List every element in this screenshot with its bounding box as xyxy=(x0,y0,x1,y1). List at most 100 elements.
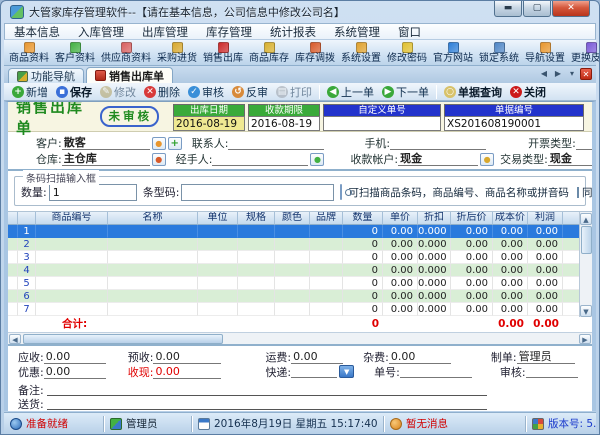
table-cell[interactable]: 0.00 xyxy=(493,251,528,264)
table-row[interactable]: 300.000.0000.000.000.00 xyxy=(8,251,592,264)
table-cell[interactable]: 0.000 xyxy=(418,251,451,264)
table-cell[interactable] xyxy=(36,225,108,238)
toolbar-button[interactable]: 修改密码 xyxy=(384,41,430,65)
vertical-scroll-thumb[interactable] xyxy=(581,226,592,254)
table-cell[interactable]: 0.000 xyxy=(418,277,451,290)
table-row[interactable]: 100.000.0000.000.000.00 xyxy=(8,225,592,238)
summary-field-value[interactable]: 管理员 xyxy=(517,350,575,364)
toolbar-button[interactable]: 商品库存 xyxy=(246,41,292,65)
menu-item[interactable]: 出库管理 xyxy=(133,24,197,39)
field-value[interactable] xyxy=(576,136,596,150)
maximize-icon[interactable]: ▢ xyxy=(523,1,551,17)
menu-item[interactable]: 系统管理 xyxy=(325,24,389,39)
table-cell[interactable]: 0 xyxy=(343,303,383,316)
table-cell[interactable] xyxy=(198,225,238,238)
remark-input[interactable] xyxy=(47,384,487,396)
row-number-cell[interactable]: 6 xyxy=(18,290,36,303)
tab-list-icon[interactable]: ▾ xyxy=(566,68,578,80)
table-cell[interactable]: 0.00 xyxy=(451,238,493,251)
row-number-cell[interactable]: 3 xyxy=(18,251,36,264)
summary-field-value[interactable]: 0.00 xyxy=(44,365,106,379)
column-header[interactable]: 单位 xyxy=(198,212,238,225)
table-cell[interactable]: 0.00 xyxy=(493,264,528,277)
table-cell[interactable] xyxy=(310,238,343,251)
table-cell[interactable] xyxy=(275,303,310,316)
table-cell[interactable] xyxy=(108,264,198,277)
express-dropdown-icon[interactable]: ▼ xyxy=(339,365,354,378)
table-cell[interactable]: 0.00 xyxy=(528,264,563,277)
table-cell[interactable] xyxy=(310,251,343,264)
table-cell[interactable] xyxy=(275,277,310,290)
tab-sales-order[interactable]: 销售出库单 xyxy=(86,67,173,83)
summary-field-value[interactable]: 0.00 xyxy=(153,365,221,379)
toolbar-button[interactable]: 采购进货 xyxy=(154,41,200,65)
minimize-icon[interactable]: ▬ xyxy=(494,1,522,17)
field-value[interactable]: 散客 xyxy=(62,136,150,150)
table-cell[interactable] xyxy=(238,303,275,316)
table-cell[interactable] xyxy=(198,251,238,264)
table-cell[interactable] xyxy=(8,238,18,251)
table-cell[interactable]: 0.00 xyxy=(383,225,418,238)
table-cell[interactable]: 0.00 xyxy=(451,264,493,277)
barcode-search-icon[interactable] xyxy=(340,184,342,200)
table-cell[interactable]: 0.00 xyxy=(383,290,418,303)
tab-close-button[interactable]: ✕ xyxy=(580,68,592,80)
column-header[interactable]: 折后价 xyxy=(451,212,493,225)
handler-picker-icon[interactable]: ● xyxy=(310,153,324,166)
table-cell[interactable]: 0.00 xyxy=(383,238,418,251)
table-cell[interactable]: 0.00 xyxy=(451,251,493,264)
table-row[interactable]: 500.000.0000.000.000.00 xyxy=(8,277,592,290)
table-row[interactable]: 700.000.0000.000.000.00 xyxy=(8,303,592,316)
table-cell[interactable] xyxy=(238,277,275,290)
table-row[interactable]: 400.000.0000.000.000.00 xyxy=(8,264,592,277)
table-cell[interactable] xyxy=(310,290,343,303)
table-cell[interactable] xyxy=(275,290,310,303)
table-cell[interactable] xyxy=(36,290,108,303)
table-cell[interactable]: 0 xyxy=(343,225,383,238)
table-cell[interactable] xyxy=(36,303,108,316)
table-row[interactable]: 200.000.0000.000.000.00 xyxy=(8,238,592,251)
table-cell[interactable]: 0.00 xyxy=(528,277,563,290)
table-cell[interactable] xyxy=(36,277,108,290)
table-cell[interactable] xyxy=(108,251,198,264)
table-cell[interactable] xyxy=(108,303,198,316)
column-header[interactable]: 规格 xyxy=(238,212,275,225)
row-number-cell[interactable]: 1 xyxy=(18,225,36,238)
table-cell[interactable]: 0.000 xyxy=(418,225,451,238)
row-number-cell[interactable]: 5 xyxy=(18,277,36,290)
column-header[interactable]: 名称 xyxy=(108,212,198,225)
form-toolbar-button[interactable]: ✓审核 xyxy=(184,84,228,100)
table-cell[interactable] xyxy=(8,277,18,290)
toolbar-button[interactable]: 销售出库 xyxy=(200,41,246,65)
table-cell[interactable] xyxy=(8,264,18,277)
table-cell[interactable] xyxy=(36,264,108,277)
scroll-left-icon[interactable]: ◀ xyxy=(9,334,21,344)
field-value[interactable]: 主仓库 xyxy=(62,152,150,166)
table-cell[interactable] xyxy=(198,277,238,290)
table-cell[interactable]: 0.00 xyxy=(493,303,528,316)
table-cell[interactable]: 0.00 xyxy=(451,303,493,316)
close-icon[interactable]: ✕ xyxy=(552,1,590,17)
table-cell[interactable] xyxy=(8,303,18,316)
table-cell[interactable] xyxy=(198,303,238,316)
menu-item[interactable]: 入库管理 xyxy=(69,24,133,39)
field-value[interactable]: 现金 xyxy=(398,152,478,166)
table-cell[interactable] xyxy=(108,277,198,290)
summary-field-value[interactable] xyxy=(400,365,472,378)
table-cell[interactable]: 0.00 xyxy=(451,225,493,238)
field-value[interactable] xyxy=(390,136,486,150)
column-header[interactable]: 单价 xyxy=(383,212,418,225)
scroll-right-icon[interactable]: ▶ xyxy=(579,334,591,344)
toolbar-button[interactable]: 锁定系统 xyxy=(476,41,522,65)
table-cell[interactable]: 0 xyxy=(343,238,383,251)
form-toolbar-button[interactable]: +新增 xyxy=(8,84,52,100)
summary-field-value[interactable]: 0.00 xyxy=(291,350,343,364)
menu-item[interactable]: 基本信息 xyxy=(5,24,69,39)
table-cell[interactable]: 0.000 xyxy=(418,264,451,277)
header-field-value[interactable]: XS201608190001 xyxy=(444,116,584,131)
row-number-cell[interactable]: 7 xyxy=(18,303,36,316)
table-cell[interactable] xyxy=(310,225,343,238)
table-cell[interactable]: 0.00 xyxy=(528,290,563,303)
header-field-value[interactable]: 2016-08-19 xyxy=(173,116,245,131)
table-cell[interactable]: 0 xyxy=(343,290,383,303)
